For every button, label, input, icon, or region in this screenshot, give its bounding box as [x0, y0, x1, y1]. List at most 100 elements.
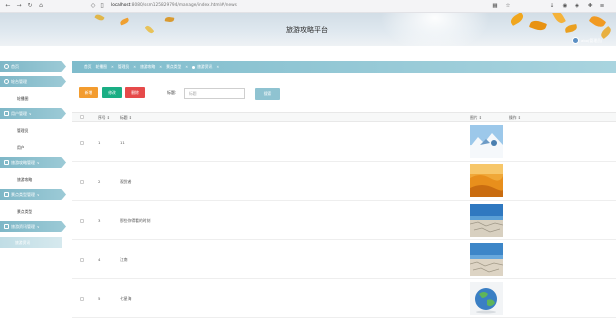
breadcrumb-item[interactable]: 旅游攻略	[140, 64, 155, 70]
leaf-decoration	[508, 13, 526, 26]
sidebar: 首页 轮台管理 轮播图 用户管理 ∨ 管理员 用户 旅游攻略管理 ∨ 旅游攻略 …	[0, 56, 66, 322]
globe-icon	[470, 282, 503, 315]
home-icon[interactable]: ⌂	[37, 2, 45, 10]
menu-icon[interactable]: ≡	[598, 2, 606, 10]
table-row[interactable]: 3 那些你得看的时刻	[72, 201, 616, 240]
breadcrumb-item[interactable]: 景点类型	[166, 64, 181, 70]
leaf-decoration	[552, 13, 566, 26]
column-header-title[interactable]: 标题 ⇕	[120, 115, 132, 121]
shield-icon[interactable]: ◇	[89, 2, 97, 10]
mountain-icon	[470, 125, 503, 158]
column-header-label: 序号	[98, 115, 106, 120]
sidebar-item-user-mgmt[interactable]: 用户管理 ∨	[0, 108, 66, 119]
reload-icon[interactable]: ↻	[26, 2, 34, 10]
search-input[interactable]: 标题	[184, 88, 245, 99]
sidebar-sub-label: 用户	[17, 144, 25, 150]
row-checkbox[interactable]	[80, 141, 84, 145]
sidebar-sub-label: 管理员	[17, 127, 29, 133]
back-icon[interactable]: ←	[4, 2, 12, 10]
sidebar-sub-scenic-type[interactable]: 景点类型	[0, 206, 62, 217]
close-icon[interactable]: ✕	[133, 65, 136, 69]
row-title: 那些你得看的时刻	[120, 218, 151, 223]
site-header: 旅游攻略平台 abo(管理员)	[0, 13, 616, 46]
breadcrumb-current[interactable]: 旅游资讯	[192, 64, 212, 70]
home-icon	[4, 64, 9, 69]
row-seq: 4	[98, 257, 101, 262]
close-icon[interactable]: ✕	[111, 65, 114, 69]
search-button[interactable]: 搜索	[255, 88, 280, 100]
table-row[interactable]: 4 江南	[72, 240, 616, 279]
sidebar-sub-admin[interactable]: 管理员	[0, 125, 62, 136]
row-checkbox[interactable]	[80, 219, 84, 223]
browser-toolbar: ← → ↻ ⌂ ◇ ▯ localhost:8080/ssm125829794/…	[0, 0, 616, 13]
row-title: 江南	[120, 257, 128, 262]
sidebar-item-carousel-mgmt[interactable]: 轮台管理	[0, 76, 66, 87]
close-icon[interactable]: ✕	[185, 65, 188, 69]
delete-button[interactable]: 删除	[125, 87, 145, 98]
url-path: :8080/ssm125829794/manage/index.html#/ne…	[130, 3, 237, 8]
column-header-seq[interactable]: 序号 ⇕	[98, 115, 110, 121]
sidebar-item-scenic-type-mgmt[interactable]: 景点类型管理 ∨	[0, 189, 66, 200]
row-title: 七星海	[120, 296, 132, 301]
close-icon[interactable]: ✕	[216, 65, 219, 69]
user-menu[interactable]: abo(管理员)	[572, 37, 602, 44]
url-bar[interactable]: localhost:8080/ssm125829794/manage/index…	[111, 3, 237, 8]
row-checkbox[interactable]	[80, 258, 84, 262]
row-seq: 5	[98, 296, 101, 301]
column-header-action[interactable]: 操作 ⇕	[509, 115, 521, 121]
search-label: 标题:	[167, 90, 177, 95]
sidebar-sub-carousel[interactable]: 轮播图	[0, 93, 62, 104]
sidebar-sub-guide[interactable]: 旅游攻略	[0, 174, 62, 185]
leaf-decoration	[588, 13, 607, 30]
column-header-label: 操作	[509, 115, 517, 120]
chevron-down-icon: ∨	[37, 192, 40, 197]
sidebar-item-guide-mgmt[interactable]: 旅游攻略管理 ∨	[0, 157, 66, 168]
sidebar-item-label: 轮台管理	[11, 78, 27, 84]
account-icon[interactable]: ◉	[561, 2, 569, 10]
settings-icon	[4, 79, 9, 84]
add-button[interactable]: 新增	[79, 87, 98, 98]
breadcrumb-item[interactable]: 轮播图	[96, 64, 107, 70]
news-icon	[4, 224, 9, 229]
row-checkbox[interactable]	[80, 297, 84, 301]
desert-icon	[470, 164, 503, 197]
sidebar-item-label: 旅游资讯管理	[11, 223, 35, 229]
qr-icon[interactable]: ▦	[491, 2, 499, 10]
sidebar-sub-news[interactable]: 旅游资讯	[0, 237, 62, 248]
row-title: 观赏者	[120, 179, 132, 184]
url-host: localhost	[111, 3, 131, 8]
chevron-down-icon: ∨	[29, 111, 32, 116]
breadcrumb-item[interactable]: 管理员	[118, 64, 129, 70]
star-icon[interactable]: ☆	[504, 2, 512, 10]
sidebar-item-label: 景点类型管理	[11, 191, 35, 197]
header-sky-glow	[380, 13, 490, 46]
download-icon[interactable]: ↓	[548, 2, 556, 10]
extension-icon[interactable]: ◈	[573, 2, 581, 10]
active-dot-icon	[192, 65, 196, 69]
table-row[interactable]: 5 七星海	[72, 279, 616, 318]
landscape-icon	[470, 204, 503, 237]
sidebar-sub-user[interactable]: 用户	[0, 142, 62, 153]
landscape-icon	[470, 243, 503, 276]
forward-icon[interactable]: →	[15, 2, 23, 10]
column-header-image[interactable]: 图片 ⇕	[470, 115, 482, 121]
breadcrumb: 首页 轮播图 ✕ 管理员 ✕ 旅游攻略 ✕ 景点类型 ✕ 旅游资讯 ✕	[72, 61, 616, 73]
user-name: abo(管理员)	[581, 37, 603, 43]
user-icon	[4, 111, 9, 116]
edit-button[interactable]: 修改	[102, 87, 122, 98]
site-title: 旅游攻略平台	[286, 26, 328, 34]
table-row[interactable]: 2 观赏者	[72, 162, 616, 201]
sidebar-sub-label: 景点类型	[17, 208, 33, 214]
leaf-decoration	[119, 17, 130, 26]
avatar	[572, 37, 579, 44]
row-checkbox[interactable]	[80, 180, 84, 184]
table-row[interactable]: 1 11	[72, 123, 616, 162]
row-seq: 1	[98, 140, 101, 145]
close-icon[interactable]: ✕	[159, 65, 162, 69]
puzzle-icon[interactable]: ✚	[586, 2, 594, 10]
select-all-checkbox[interactable]	[80, 115, 84, 119]
breadcrumb-item[interactable]: 首页	[84, 64, 92, 70]
sidebar-item-news-mgmt[interactable]: 旅游资讯管理 ∨	[0, 221, 66, 232]
sidebar-item-home[interactable]: 首页	[0, 61, 66, 72]
sidebar-item-label: 旅游攻略管理	[11, 159, 35, 165]
